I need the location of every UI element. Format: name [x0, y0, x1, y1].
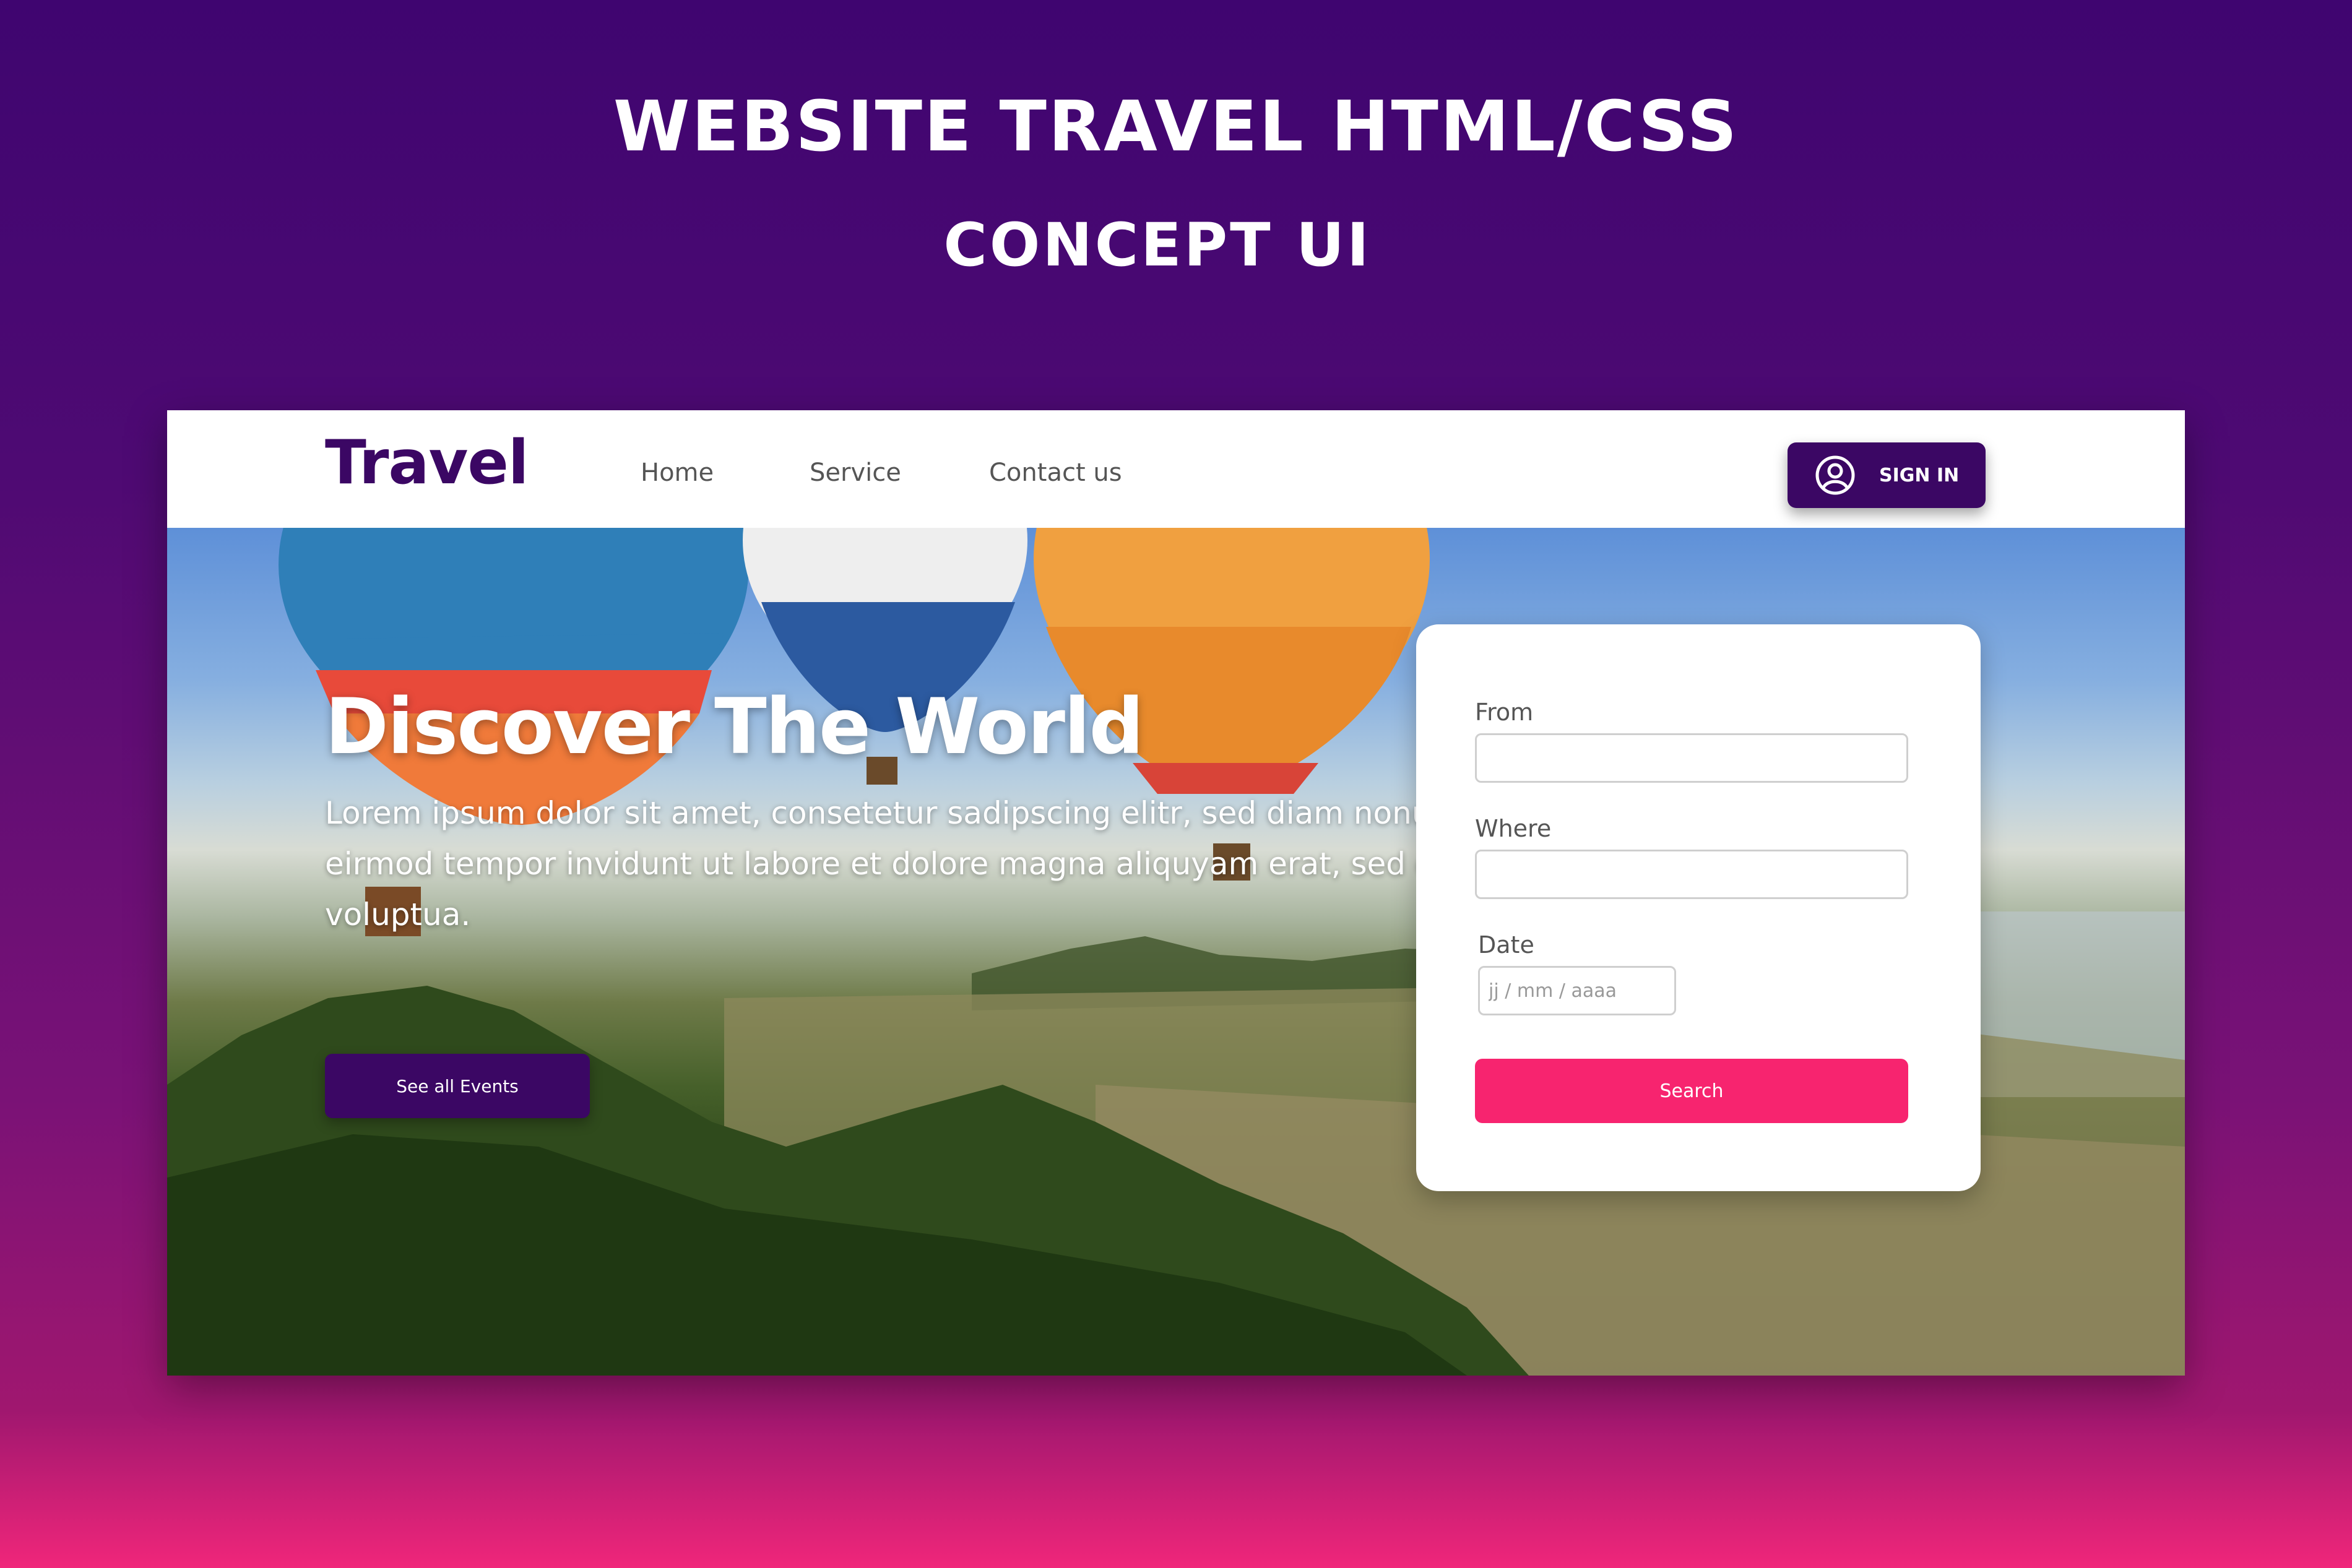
date-input[interactable] [1478, 966, 1676, 1015]
hero-description: Lorem ipsum dolor sit amet, consetetur s… [325, 795, 1493, 933]
logo[interactable]: Travel [325, 428, 529, 498]
promo-title: WEBSITE TRAVEL HTML/CSS [613, 87, 1739, 167]
sign-in-label: SIGN IN [1879, 464, 1960, 486]
sign-in-button[interactable]: SIGN IN [1788, 442, 1986, 508]
search-button[interactable]: Search [1475, 1059, 1908, 1123]
see-all-events-button[interactable]: See all Events [325, 1054, 590, 1118]
navbar: Travel Home Service Contact us SIGN IN [167, 410, 2185, 528]
nav-link-contact[interactable]: Contact us [989, 459, 1122, 487]
from-input[interactable] [1475, 733, 1908, 783]
promo-subtitle: CONCEPT UI [943, 210, 1372, 280]
nav-link-home[interactable]: Home [641, 459, 714, 487]
where-label: Where [1475, 815, 1552, 842]
where-input[interactable] [1475, 850, 1908, 899]
nav-link-service[interactable]: Service [810, 459, 901, 487]
search-form-card: From Where Date Search [1416, 624, 1981, 1191]
from-label: From [1475, 699, 1534, 726]
website-mockup: Travel Home Service Contact us SIGN IN D… [167, 410, 2185, 1376]
user-circle-icon [1815, 455, 1855, 495]
hero-title: Discover The World [325, 683, 1144, 772]
hero-section: Discover The World Lorem ipsum dolor sit… [167, 528, 2185, 1376]
date-label: Date [1478, 931, 1534, 958]
